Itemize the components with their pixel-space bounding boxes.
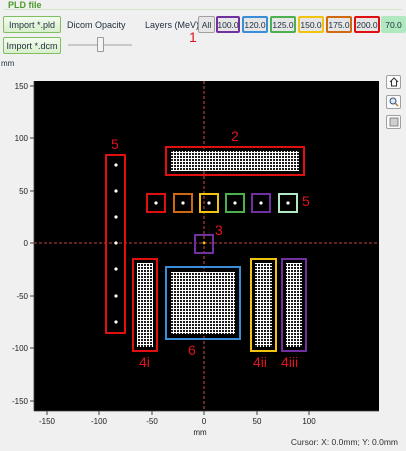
- annotation-4i: 4i: [139, 354, 150, 370]
- y-tick-label: -100: [12, 344, 29, 353]
- annotation-3: 3: [215, 222, 223, 238]
- spot-150: [207, 201, 211, 205]
- x-tick-label: -150: [39, 417, 56, 426]
- group-divider: [4, 9, 402, 10]
- annotation-5-right: 5: [302, 193, 310, 209]
- y-tick-label: -50: [16, 292, 28, 301]
- zoom-button[interactable]: [386, 95, 401, 109]
- region-6-grid: [171, 272, 235, 334]
- y-tick-label: 100: [15, 134, 29, 143]
- layer-button-200[interactable]: 200.0: [354, 16, 380, 33]
- x-tick-label: 0: [202, 417, 207, 426]
- spot-175: [181, 201, 185, 205]
- layer-button-150[interactable]: 150.0: [298, 16, 324, 33]
- layer-button-70[interactable]: 70.0: [381, 16, 406, 33]
- home-button[interactable]: [386, 75, 401, 89]
- pan-icon: [389, 117, 398, 127]
- pld-plot[interactable]: 150 100 50 0 -50 -100 -150 -150 -100 -50…: [0, 69, 384, 439]
- annotation-2: 2: [231, 128, 239, 144]
- layer-button-125[interactable]: 125.0: [270, 16, 296, 33]
- y-tick-label: -150: [12, 397, 29, 406]
- home-icon: [389, 77, 398, 87]
- region-2-grid: [171, 151, 299, 171]
- import-pld-button[interactable]: Import *.pld: [3, 16, 61, 33]
- region-4i-grid: [137, 263, 153, 347]
- x-tick-label: 100: [302, 417, 316, 426]
- zoom-icon: [389, 97, 399, 107]
- y-tick-label: 0: [24, 239, 29, 248]
- import-dcm-button[interactable]: Import *.dcm: [3, 37, 61, 54]
- y-tick-label: 50: [19, 187, 28, 196]
- spot-100: [259, 201, 263, 205]
- dicom-opacity-slider-thumb[interactable]: [97, 37, 104, 52]
- annotation-6: 6: [188, 342, 196, 358]
- plot-background: [34, 81, 379, 411]
- region-4ii-grid: [255, 263, 272, 347]
- y-unit-label: mm: [1, 59, 15, 68]
- spot-200: [154, 201, 158, 205]
- layer-button-120[interactable]: 120.0: [242, 16, 268, 33]
- pan-button[interactable]: [386, 115, 401, 129]
- annotation-4ii: 4ii: [253, 354, 268, 370]
- layer-button-100[interactable]: 100.0: [216, 16, 240, 33]
- x-axis: -150 -100 -50 0 50 100 mm: [34, 410, 379, 437]
- spot-70: [286, 201, 290, 205]
- x-tick-label: -50: [146, 417, 158, 426]
- layer-button-all[interactable]: All: [198, 16, 215, 33]
- cursor-status: Cursor: X: 0.0mm; Y: 0.0mm: [290, 437, 398, 447]
- annotation-1: 1: [189, 29, 197, 45]
- x-tick-label: 50: [253, 417, 262, 426]
- annotation-4iii: 4iii: [281, 354, 299, 370]
- x-tick-label: -100: [91, 417, 108, 426]
- spot-125: [233, 201, 237, 205]
- region-3-spot: [202, 241, 206, 245]
- annotation-5-left: 5: [111, 136, 119, 152]
- y-tick-label: 150: [15, 82, 29, 91]
- x-unit-label: mm: [193, 428, 207, 437]
- y-axis: 150 100 50 0 -50 -100 -150: [12, 81, 35, 411]
- dicom-opacity-label: Dicom Opacity: [67, 20, 126, 30]
- layer-button-175[interactable]: 175.0: [326, 16, 352, 33]
- region-4iii-grid: [286, 263, 302, 347]
